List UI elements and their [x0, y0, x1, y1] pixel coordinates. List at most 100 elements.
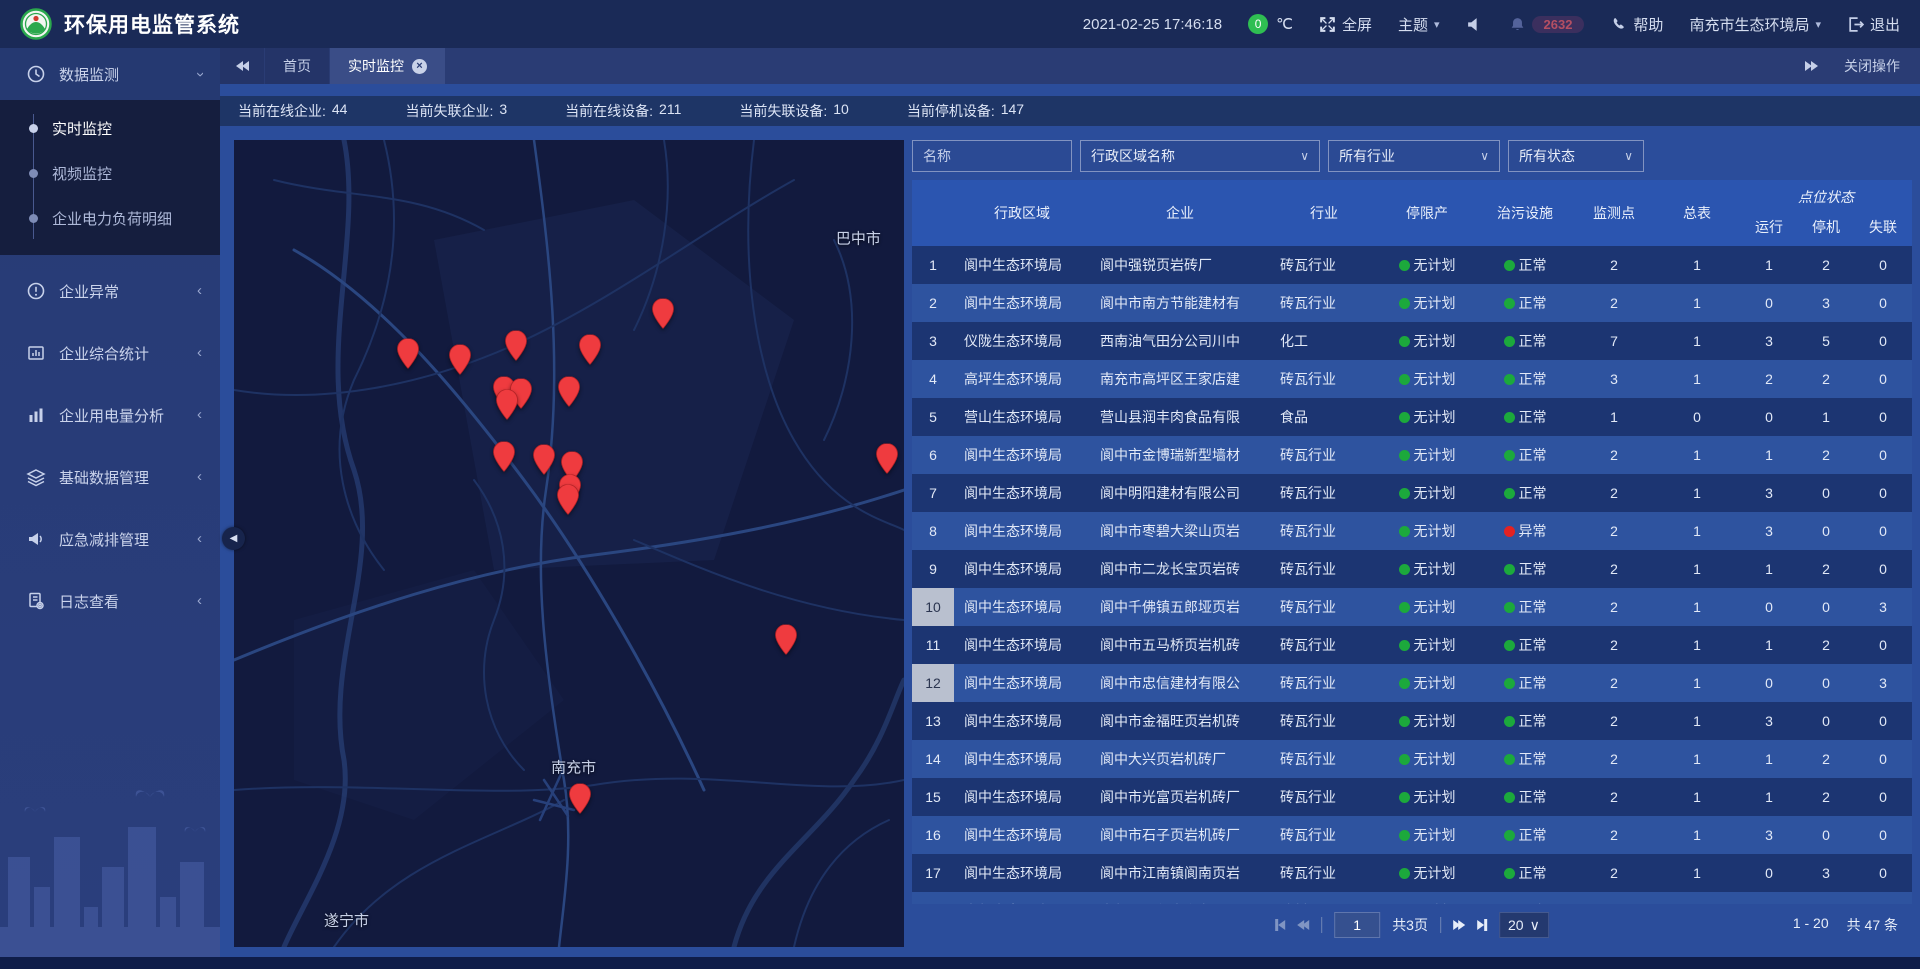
cell-facility: 异常 [1476, 512, 1574, 550]
map-pin[interactable] [493, 441, 515, 471]
map-pin[interactable] [557, 484, 579, 514]
status-dot [1504, 526, 1515, 537]
fullscreen-button[interactable]: 全屏 [1319, 14, 1372, 35]
table-row[interactable]: 1阆中生态环境局阆中强锐页岩砖厂砖瓦行业无计划正常21120 [912, 246, 1912, 284]
page-number-input[interactable] [1334, 912, 1380, 938]
map-pin[interactable] [505, 330, 527, 360]
cell-lost: 0 [1854, 322, 1912, 360]
status-dot [1504, 564, 1515, 575]
sidebar-item-emergency[interactable]: 应急减排管理‹ [0, 513, 220, 565]
cell-region: 阆中生态环境局 [954, 664, 1090, 702]
next-page-button[interactable] [1453, 920, 1465, 930]
sidebar-item-company-stats[interactable]: 企业综合统计‹ [0, 327, 220, 379]
cell-monitor: 2 [1574, 512, 1654, 550]
cell-lost: 0 [1854, 512, 1912, 550]
prev-page-button[interactable] [1297, 920, 1309, 930]
last-page-button[interactable] [1477, 919, 1487, 931]
cell-company: 营山县润丰肉食品有限 [1090, 398, 1270, 436]
filter-bar: 行政区域名称 ∨ 所有行业 ∨ 所有状态 ∨ [912, 140, 1912, 172]
table-row[interactable]: 18南部生态环境局南部县砚化土陶有限公建材加工无计划正常60050 [912, 892, 1912, 904]
row-index: 10 [912, 588, 954, 626]
cell-run: 3 [1740, 512, 1798, 550]
tab-0[interactable]: 首页 [265, 48, 329, 84]
map-panel[interactable]: 巴中市南充市遂宁市 ◀ [234, 140, 904, 947]
cell-company: 阆中明阳建材有限公司 [1090, 474, 1270, 512]
cell-monitor: 2 [1574, 702, 1654, 740]
map-pin[interactable] [397, 338, 419, 368]
cell-limit: 无计划 [1378, 322, 1476, 360]
status-dot [1399, 868, 1410, 879]
base-data-icon [26, 467, 46, 487]
map-pin[interactable] [652, 299, 674, 329]
sidebar-subitem[interactable]: 视频监控 [0, 151, 220, 196]
cell-region: 营山生态环境局 [954, 398, 1090, 436]
cell-facility: 正常 [1476, 360, 1574, 398]
table-row[interactable]: 10阆中生态环境局阆中千佛镇五郎垭页岩砖瓦行业无计划正常21003 [912, 588, 1912, 626]
first-page-button[interactable] [1275, 919, 1285, 931]
sidebar-item-company-abnormal[interactable]: 企业异常‹ [0, 265, 220, 317]
table-row[interactable]: 2阆中生态环境局阆中市南方节能建材有砖瓦行业无计划正常21030 [912, 284, 1912, 322]
table-row[interactable]: 6阆中生态环境局阆中市金博瑞新型墙材砖瓦行业无计划正常21120 [912, 436, 1912, 474]
close-operations-button[interactable]: 关闭操作 [1844, 56, 1900, 76]
table-row[interactable]: 12阆中生态环境局阆中市忠信建材有限公砖瓦行业无计划正常21003 [912, 664, 1912, 702]
industry-filter-select[interactable]: 所有行业 ∨ [1328, 140, 1500, 172]
row-index: 12 [912, 664, 954, 702]
table-row[interactable]: 15阆中生态环境局阆中市光富页岩机砖厂砖瓦行业无计划正常21120 [912, 778, 1912, 816]
cell-limit: 无计划 [1378, 892, 1476, 904]
table-row[interactable]: 16阆中生态环境局阆中市石子页岩机砖厂砖瓦行业无计划正常21300 [912, 816, 1912, 854]
map-pin[interactable] [579, 335, 601, 365]
table-row[interactable]: 17阆中生态环境局阆中市江南镇阆南页岩砖瓦行业无计划正常21030 [912, 854, 1912, 892]
map-pin[interactable] [876, 444, 898, 474]
table-row[interactable]: 14阆中生态环境局阆中大兴页岩机砖厂砖瓦行业无计划正常21120 [912, 740, 1912, 778]
cell-industry: 砖瓦行业 [1270, 854, 1378, 892]
sidebar-subitem[interactable]: 实时监控 [0, 106, 220, 151]
cell-monitor: 2 [1574, 588, 1654, 626]
map-pin[interactable] [449, 345, 471, 375]
table-row[interactable]: 11阆中生态环境局阆中市五马桥页岩机砖砖瓦行业无计划正常21120 [912, 626, 1912, 664]
notification-area[interactable]: 2632 [1509, 16, 1585, 33]
cell-total: 1 [1654, 246, 1740, 284]
tabs-scroll-left-button[interactable] [220, 48, 264, 84]
sidebar-item-data-monitor[interactable]: 数据监测‹ [0, 48, 220, 100]
status-filter-select[interactable]: 所有状态 ∨ [1508, 140, 1644, 172]
cell-total: 1 [1654, 474, 1740, 512]
table-row[interactable]: 8阆中生态环境局阆中市枣碧大梁山页岩砖瓦行业无计划异常21300 [912, 512, 1912, 550]
name-filter-input[interactable] [912, 140, 1072, 172]
cell-company: 阆中市石子页岩机砖厂 [1090, 816, 1270, 854]
table-header: 行政区域 企业 行业 停限产 治污设施 监测点 总表 点位状态 运行 停机 失联 [912, 180, 1912, 246]
cell-monitor: 2 [1574, 550, 1654, 588]
logout-button[interactable]: 退出 [1847, 14, 1900, 35]
map-pin[interactable] [496, 389, 518, 419]
table-row[interactable]: 9阆中生态环境局阆中市二龙长宝页岩砖砖瓦行业无计划正常21120 [912, 550, 1912, 588]
cell-region: 高坪生态环境局 [954, 360, 1090, 398]
bell-icon [1509, 16, 1526, 33]
table-row[interactable]: 5营山生态环境局营山县润丰肉食品有限食品无计划正常10010 [912, 398, 1912, 436]
cell-total: 1 [1654, 664, 1740, 702]
tab-1[interactable]: 实时监控× [330, 48, 445, 84]
map-pin[interactable] [533, 445, 555, 475]
map-pin[interactable] [775, 625, 797, 655]
cell-run: 0 [1740, 664, 1798, 702]
sidebar-item-base-data[interactable]: 基础数据管理‹ [0, 451, 220, 503]
help-button[interactable]: 帮助 [1610, 14, 1663, 35]
tab-close-icon[interactable]: × [412, 59, 427, 74]
sidebar-subitem[interactable]: 企业电力负荷明细 [0, 196, 220, 241]
sound-button[interactable] [1466, 16, 1483, 33]
org-menu[interactable]: 南充市生态环境局 ▾ [1689, 14, 1821, 35]
table-row[interactable]: 7阆中生态环境局阆中明阳建材有限公司砖瓦行业无计划正常21300 [912, 474, 1912, 512]
tabs-scroll-right-button[interactable] [1805, 61, 1818, 71]
sidebar-item-power-analysis[interactable]: 企业用电量分析‹ [0, 389, 220, 441]
cell-region: 阆中生态环境局 [954, 778, 1090, 816]
cell-facility: 正常 [1476, 284, 1574, 322]
region-filter-select[interactable]: 行政区域名称 ∨ [1080, 140, 1320, 172]
page-size-select[interactable]: 20 ∨ [1499, 912, 1549, 938]
cell-monitor: 1 [1574, 398, 1654, 436]
table-row[interactable]: 4高坪生态环境局南充市高坪区王家店建砖瓦行业无计划正常31220 [912, 360, 1912, 398]
table-row[interactable]: 13阆中生态环境局阆中市金福旺页岩机砖砖瓦行业无计划正常21300 [912, 702, 1912, 740]
map-pin[interactable] [558, 376, 580, 406]
table-row[interactable]: 3仪陇生态环境局西南油气田分公司川中化工无计划正常71350 [912, 322, 1912, 360]
map-pin[interactable] [569, 784, 591, 814]
theme-menu[interactable]: 主题 ▾ [1398, 14, 1440, 35]
city-label: 巴中市 [836, 228, 881, 249]
sidebar-item-logs[interactable]: 日志查看‹ [0, 575, 220, 627]
